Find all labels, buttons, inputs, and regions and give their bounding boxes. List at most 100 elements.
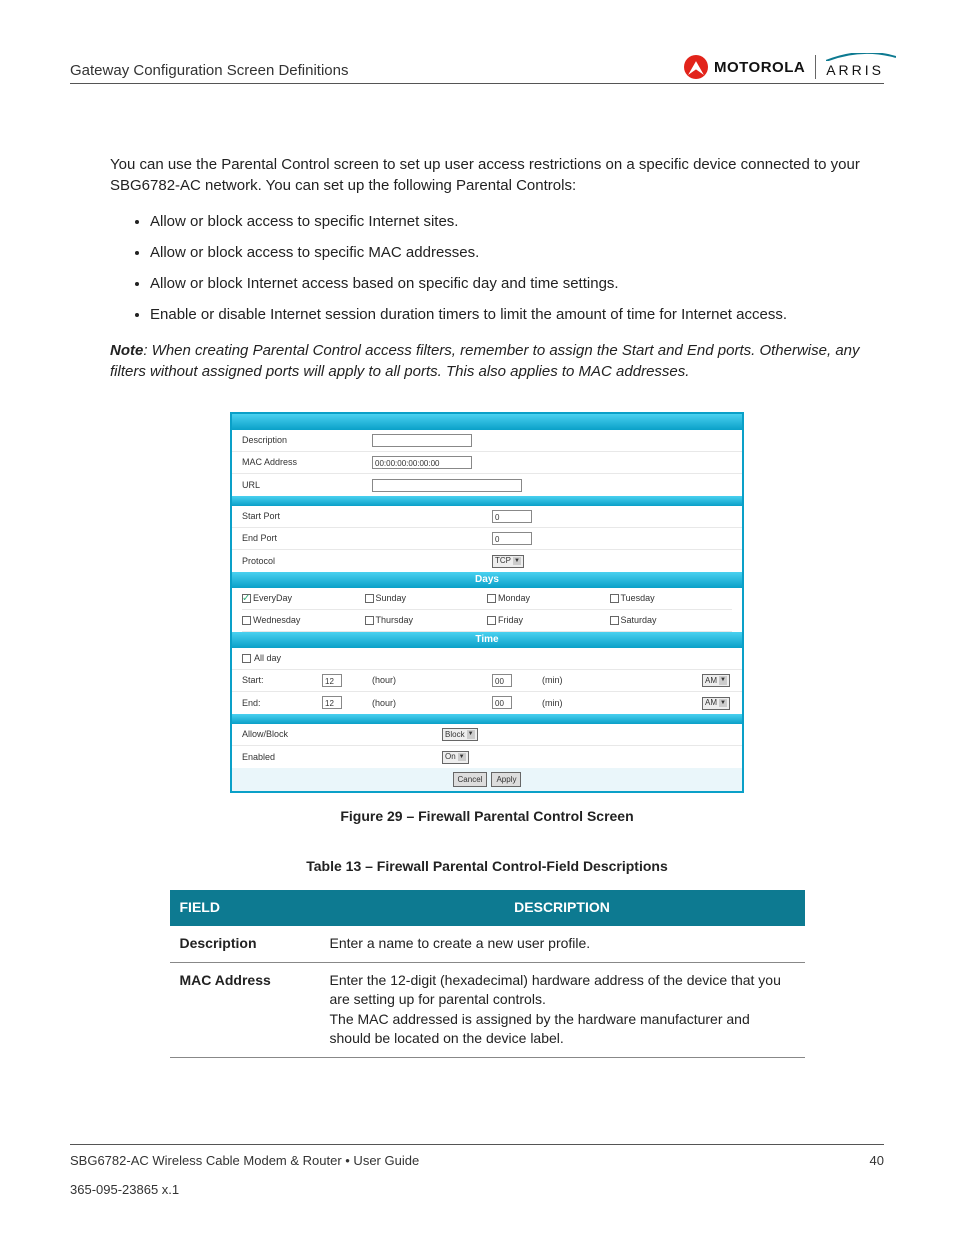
endport-row: End Port 0 — [232, 528, 742, 550]
day-sunday[interactable]: Sunday — [365, 588, 488, 610]
url-row: URL — [232, 474, 742, 496]
day-wednesday[interactable]: Wednesday — [242, 610, 365, 632]
endport-label: End Port — [242, 532, 492, 545]
checkbox-icon — [242, 654, 251, 663]
checkbox-icon — [487, 594, 496, 603]
mac-row: MAC Address 00:00:00:00:00:00 — [232, 452, 742, 474]
endport-input[interactable]: 0 — [492, 532, 532, 545]
end-ampm-select[interactable]: AM — [702, 697, 730, 710]
hour-unit: (hour) — [372, 674, 492, 687]
enabled-row: Enabled On — [232, 746, 742, 768]
startport-row: Start Port 0 — [232, 506, 742, 528]
start-hour-input[interactable]: 12 — [322, 674, 342, 687]
field-description-table: FIELD DESCRIPTION Description Enter a na… — [170, 890, 805, 1058]
allday-label: All day — [254, 652, 281, 665]
motorola-text: MOTOROLA — [714, 59, 805, 76]
table-title: Table 13 – Firewall Parental Control-Fie… — [110, 857, 864, 877]
day-saturday[interactable]: Saturday — [610, 610, 733, 632]
cell-field: Description — [170, 926, 320, 962]
apply-button[interactable]: Apply — [491, 772, 521, 787]
page-number: 40 — [870, 1153, 884, 1168]
checkbox-icon — [610, 616, 619, 625]
list-item: Allow or block Internet access based on … — [150, 273, 864, 294]
list-item: Allow or block access to specific Intern… — [150, 211, 864, 232]
protocol-row: Protocol TCP — [232, 550, 742, 572]
table-header-row: FIELD DESCRIPTION — [170, 890, 805, 926]
start-ampm-select[interactable]: AM — [702, 674, 730, 687]
start-label: Start: — [242, 674, 322, 687]
arris-logo: ARRIS — [826, 56, 884, 78]
end-label: End: — [242, 697, 322, 710]
min-unit: (min) — [542, 697, 702, 710]
url-input[interactable] — [372, 479, 522, 492]
page-content: You can use the Parental Control screen … — [70, 84, 884, 1058]
url-label: URL — [242, 479, 372, 492]
figure-caption: Figure 29 – Firewall Parental Control Sc… — [110, 807, 864, 827]
day-everyday[interactable]: EveryDay — [242, 588, 365, 610]
allowblock-row: Allow/Block Block — [232, 724, 742, 746]
part-number: 365-095-23865 x.1 — [70, 1182, 884, 1197]
day-monday[interactable]: Monday — [487, 588, 610, 610]
allday-row[interactable]: All day — [232, 648, 742, 670]
protocol-select[interactable]: TCP — [492, 555, 524, 568]
cell-desc: Enter the 12-digit (hexadecimal) hardwar… — [320, 962, 805, 1057]
start-time-row: Start: 12 (hour) 00 (min) AM — [232, 670, 742, 692]
hour-unit: (hour) — [372, 697, 492, 710]
parental-control-screenshot: Description MAC Address 00:00:00:00:00:0… — [230, 412, 744, 793]
intro-paragraph: You can use the Parental Control screen … — [110, 154, 864, 196]
col-field: FIELD — [170, 890, 320, 926]
cell-field: MAC Address — [170, 962, 320, 1057]
section-bar — [232, 414, 742, 430]
end-hour-input[interactable]: 12 — [322, 696, 342, 709]
time-header: Time — [232, 632, 742, 648]
button-row: Cancel Apply — [232, 768, 742, 791]
arris-text: ARRIS — [826, 62, 884, 78]
day-tuesday[interactable]: Tuesday — [610, 588, 733, 610]
allowblock-select[interactable]: Block — [442, 728, 478, 741]
section-bar — [232, 714, 742, 724]
description-row: Description — [232, 430, 742, 452]
col-description: DESCRIPTION — [320, 890, 805, 926]
checkbox-icon — [365, 594, 374, 603]
note-label: Note — [110, 342, 143, 359]
day-friday[interactable]: Friday — [487, 610, 610, 632]
bullet-list: Allow or block access to specific Intern… — [110, 211, 864, 325]
start-min-input[interactable]: 00 — [492, 674, 512, 687]
startport-label: Start Port — [242, 510, 492, 523]
table-row: Description Enter a name to create a new… — [170, 926, 805, 962]
mac-input[interactable]: 00:00:00:00:00:00 — [372, 456, 472, 469]
days-grid: EveryDay Sunday Monday Tuesday Wednesday… — [232, 588, 742, 632]
allowblock-label: Allow/Block — [242, 728, 442, 741]
protocol-label: Protocol — [242, 555, 492, 568]
motorola-icon — [684, 55, 708, 79]
checkbox-icon — [242, 616, 251, 625]
cell-desc: Enter a name to create a new user profil… — [320, 926, 805, 962]
motorola-logo: MOTOROLA — [684, 55, 805, 79]
cancel-button[interactable]: Cancel — [453, 772, 488, 787]
brand-logos: MOTOROLA ARRIS — [684, 55, 884, 79]
list-item: Allow or block access to specific MAC ad… — [150, 242, 864, 263]
divider — [815, 55, 816, 79]
checkbox-icon — [242, 594, 251, 603]
enabled-select[interactable]: On — [442, 751, 469, 764]
min-unit: (min) — [542, 674, 702, 687]
day-thursday[interactable]: Thursday — [365, 610, 488, 632]
checkbox-icon — [487, 616, 496, 625]
description-label: Description — [242, 434, 372, 447]
startport-input[interactable]: 0 — [492, 510, 532, 523]
checkbox-icon — [610, 594, 619, 603]
list-item: Enable or disable Internet session durat… — [150, 304, 864, 325]
footer-title: SBG6782-AC Wireless Cable Modem & Router… — [70, 1153, 419, 1168]
end-time-row: End: 12 (hour) 00 (min) AM — [232, 692, 742, 714]
section-title: Gateway Configuration Screen Definitions — [70, 62, 348, 79]
end-min-input[interactable]: 00 — [492, 696, 512, 709]
table-row: MAC Address Enter the 12-digit (hexadeci… — [170, 962, 805, 1057]
note-text: : When creating Parental Control access … — [110, 342, 860, 380]
description-input[interactable] — [372, 434, 472, 447]
section-bar — [232, 496, 742, 506]
note-paragraph: Note: When creating Parental Control acc… — [110, 340, 864, 382]
mac-label: MAC Address — [242, 456, 372, 469]
days-header: Days — [232, 572, 742, 588]
enabled-label: Enabled — [242, 751, 442, 764]
page-footer: SBG6782-AC Wireless Cable Modem & Router… — [70, 1138, 884, 1198]
